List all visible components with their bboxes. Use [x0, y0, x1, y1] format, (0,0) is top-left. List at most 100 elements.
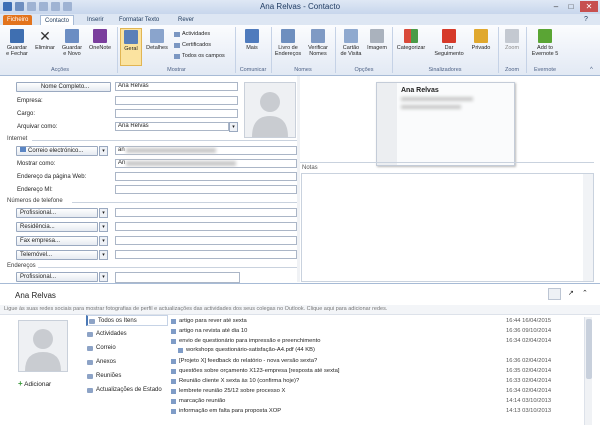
- chevron-down-icon[interactable]: ▾: [229, 122, 238, 132]
- list-item[interactable]: envio de questionário para impressão e p…: [171, 337, 581, 346]
- zoom-button[interactable]: Zoom: [501, 29, 523, 51]
- business-card[interactable]: Ana Relvas: [376, 82, 515, 166]
- list-item[interactable]: [Projeto X] feedback do relatório - nova…: [171, 357, 581, 366]
- arquivar-select[interactable]: Ana Relvas: [115, 122, 229, 131]
- pagina-web-label: Endereço da página Web:: [17, 174, 87, 180]
- imagem-button[interactable]: Imagem: [366, 29, 388, 51]
- onenote-button[interactable]: OneNote: [86, 29, 114, 51]
- pagina-web-input[interactable]: [115, 172, 297, 181]
- social-info-bar[interactable]: Ligue às suas redes sociais para mostrar…: [0, 305, 600, 315]
- nome-completo-button[interactable]: Nome Completo...: [16, 82, 111, 92]
- profissional-address-button[interactable]: Profissional...: [16, 272, 98, 282]
- ribbon-tabs: Ficheiro Contacto Inserir Formatar Texto…: [0, 14, 600, 25]
- chevron-down-icon[interactable]: ▾: [99, 208, 108, 218]
- nav-actividades[interactable]: Actividades: [86, 329, 168, 340]
- cartao-visita-button[interactable]: Cartão de Visita: [338, 29, 364, 57]
- telemovel-button[interactable]: Telemóvel...: [16, 250, 98, 260]
- evernote-button[interactable]: Add to Evernote 5: [529, 29, 561, 57]
- cargo-input[interactable]: [115, 109, 238, 118]
- categorizar-button[interactable]: Categorizar: [395, 29, 427, 51]
- detalhes-icon: [150, 29, 164, 43]
- people-pane: Ana Relvas ↗ ⌃ Ligue às suas redes socia…: [0, 283, 600, 427]
- nome-completo-input[interactable]: Ana Relvas: [115, 82, 238, 91]
- window-title: Ana Relvas - Contacto: [259, 2, 341, 11]
- list-item[interactable]: questões sobre orçamento X123-empresa [r…: [171, 367, 581, 376]
- verificar-nomes-button[interactable]: Verificar Nomes: [304, 29, 332, 57]
- help-icon[interactable]: ?: [584, 16, 588, 23]
- empresa-input[interactable]: [115, 96, 238, 105]
- address-input[interactable]: [115, 272, 240, 283]
- chevron-down-icon[interactable]: ▾: [99, 146, 108, 156]
- chevron-down-icon[interactable]: ▾: [99, 222, 108, 232]
- todos-campos-button[interactable]: Todos os campos: [174, 53, 225, 60]
- mais-button[interactable]: Mais: [240, 29, 264, 51]
- scrollbar-thumb[interactable]: [586, 319, 592, 379]
- geral-button[interactable]: Geral: [120, 28, 142, 66]
- section-divider: [38, 267, 297, 268]
- chevron-down-icon[interactable]: ▾: [99, 250, 108, 260]
- privado-button[interactable]: Privado: [468, 29, 494, 51]
- tab-contacto[interactable]: Contacto: [40, 15, 75, 25]
- list-item[interactable]: artigo na revista até dia 10 16:36 09/10/…: [171, 327, 581, 336]
- collapse-ribbon-icon[interactable]: ^: [590, 67, 593, 73]
- certificados-button[interactable]: Certificados: [174, 42, 211, 49]
- flag-icon: [442, 29, 456, 43]
- list-item[interactable]: marcação reunião 14:14 03/10/2013: [171, 397, 581, 406]
- tab-formatar-texto[interactable]: Formatar Texto: [115, 15, 163, 25]
- group-separator: [271, 27, 272, 73]
- list-item[interactable]: informação em falta para proposta XOP 14:…: [171, 407, 581, 416]
- fax-empresa-input[interactable]: [115, 236, 297, 245]
- ribbon: Guardar e Fechar ✕ Eliminar Guardar e Nov…: [0, 25, 600, 76]
- redacted-card-line: [401, 105, 461, 109]
- form-scrollbar[interactable]: [297, 76, 300, 282]
- notes-scrollbar[interactable]: [583, 174, 593, 281]
- nav-correio[interactable]: Correio: [86, 343, 168, 354]
- telemovel-input[interactable]: [115, 250, 297, 259]
- maximize-button[interactable]: □: [564, 1, 578, 12]
- list-item[interactable]: Reunião cliente X sexta às 10 (confirma …: [171, 377, 581, 386]
- attachment-item[interactable]: workshops questionário-satisfação-A4.pdf…: [178, 346, 581, 355]
- list-item[interactable]: artigo para rever até sexta 16:44 16/04/2…: [171, 317, 581, 326]
- expand-icon[interactable]: ↗: [568, 289, 574, 297]
- correio-electronico-button[interactable]: Correio electrónico...: [16, 146, 98, 156]
- livro-enderecos-button[interactable]: Livro de Endereços: [274, 29, 302, 57]
- evernote-icon: [538, 29, 552, 43]
- chevron-down-icon[interactable]: ▾: [99, 236, 108, 246]
- people-avatar-thumb[interactable]: [548, 288, 561, 300]
- residencia-phone-button[interactable]: Residência...: [16, 222, 98, 232]
- person-silhouette-icon: [25, 329, 61, 371]
- close-button[interactable]: ✕: [580, 1, 598, 12]
- nav-reunioes[interactable]: Reuniões: [86, 371, 168, 382]
- tab-rever[interactable]: Rever: [174, 15, 198, 25]
- add-button[interactable]: + Adicionar: [18, 379, 51, 388]
- group-label-evernote: Evernote: [533, 67, 556, 73]
- notes-textarea[interactable]: [301, 173, 594, 282]
- people-scrollbar[interactable]: [584, 317, 592, 425]
- minimize-button[interactable]: –: [549, 1, 563, 12]
- save-close-button[interactable]: Guardar e Fechar: [4, 29, 30, 57]
- business-card-icon: [344, 29, 358, 43]
- list-item[interactable]: lembrete reunião 25/12 sobre processo X1…: [171, 387, 581, 396]
- collapse-icon[interactable]: ⌃: [582, 289, 588, 297]
- fax-empresa-button[interactable]: Fax empresa...: [16, 236, 98, 246]
- delete-button[interactable]: ✕ Eliminar: [32, 29, 58, 51]
- profissional-phone-button[interactable]: Profissional...: [16, 208, 98, 218]
- group-label-mostrar: Mostrar: [167, 67, 186, 73]
- detalhes-button[interactable]: Detalhes: [144, 29, 170, 51]
- profissional-phone-input[interactable]: [115, 208, 297, 217]
- tab-inserir[interactable]: Inserir: [83, 15, 108, 25]
- actividades-button[interactable]: Actividades: [174, 31, 210, 38]
- dar-seguimento-button[interactable]: Dar Seguimento: [432, 29, 466, 57]
- nav-todos-itens[interactable]: Todos os Itens: [86, 315, 168, 326]
- mail-icon: [20, 147, 26, 152]
- nav-anexos[interactable]: Anexos: [86, 357, 168, 368]
- endereco-mi-input[interactable]: [115, 185, 297, 194]
- residencia-phone-input[interactable]: [115, 222, 297, 231]
- chevron-down-icon[interactable]: ▾: [99, 272, 108, 282]
- address-book-icon: [281, 29, 295, 43]
- save-new-button[interactable]: Guardar e Novo: [59, 29, 85, 57]
- contact-picture[interactable]: [244, 82, 296, 138]
- onenote-icon: [93, 29, 107, 43]
- section-numeros-telefone: Números de telefone: [7, 198, 63, 204]
- tab-ficheiro[interactable]: Ficheiro: [3, 15, 33, 25]
